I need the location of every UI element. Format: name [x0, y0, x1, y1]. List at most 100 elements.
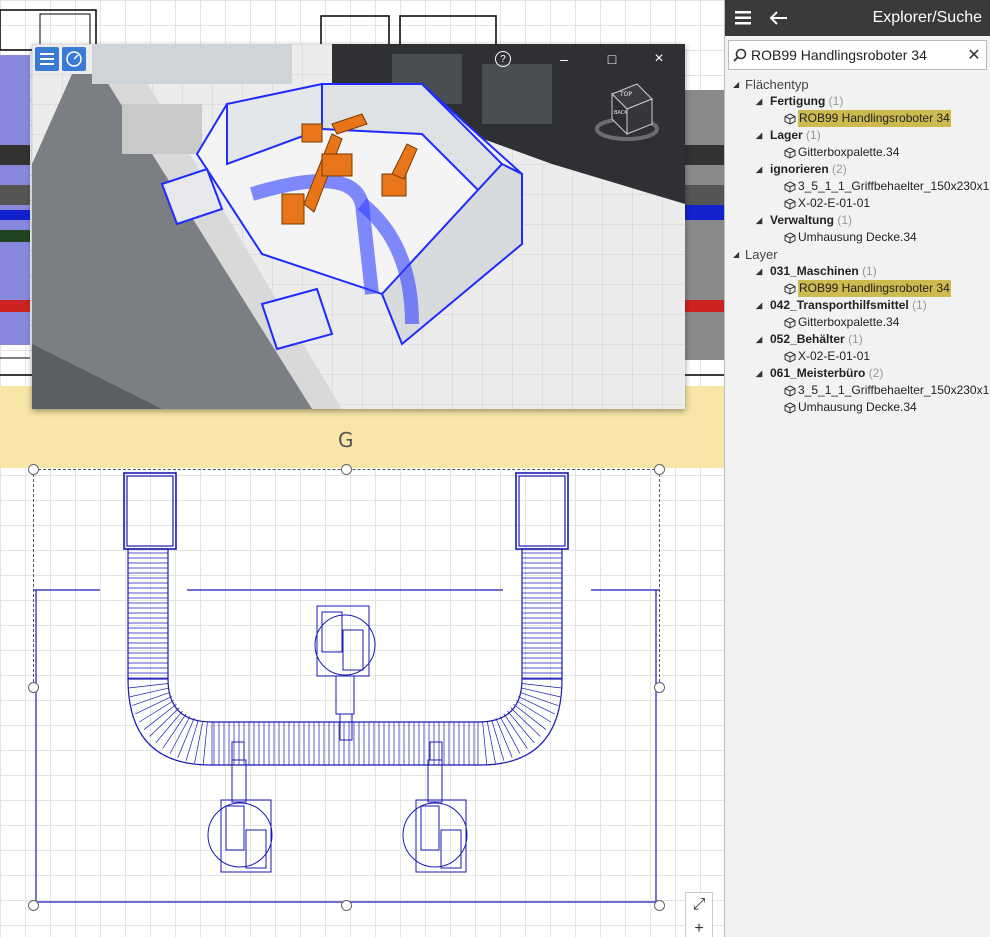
tree-group[interactable]: ◢ 052_Behälter (1)	[725, 331, 990, 348]
expand-arrow-icon[interactable]: ◢	[756, 93, 762, 110]
tree-item-label: X-02-E-01-01	[798, 349, 871, 363]
tree-item[interactable]: 3_5_1_1_Griffbehaelter_150x230x122	[725, 178, 990, 195]
tree-item-label: 3_5_1_1_Griffbehaelter_150x230x122	[798, 383, 990, 397]
tree-item[interactable]: Umhausung Decke.34	[725, 399, 990, 416]
selection-handle[interactable]	[28, 682, 39, 693]
tree-group-count: (1)	[848, 332, 863, 346]
selection-handle[interactable]	[341, 900, 352, 911]
object-box-icon	[784, 146, 798, 159]
tree-group[interactable]: ◢ Fertigung (1)	[725, 93, 990, 110]
menu-icon[interactable]	[35, 47, 59, 71]
tree-item-label: Gitterboxpalette.34	[798, 315, 900, 329]
conveyor-roller	[520, 687, 561, 698]
tree-group[interactable]: ◢ 031_Maschinen (1)	[725, 263, 990, 280]
back-arrow-icon[interactable]	[761, 0, 797, 36]
tree-item-label: Umhausung Decke.34	[798, 400, 917, 414]
navigation-cube[interactable]: TOP BACK	[592, 74, 662, 144]
expand-arrow-icon[interactable]: ◢	[756, 297, 762, 314]
panel-title: Explorer/Suche	[872, 9, 982, 26]
selection-handle[interactable]	[28, 900, 39, 911]
conveyor-roller	[202, 721, 208, 765]
clear-search-icon[interactable]: ✕	[962, 45, 986, 65]
object-box-icon	[784, 384, 798, 397]
robot-bottom-right	[402, 741, 468, 873]
selection-border-left	[33, 469, 34, 687]
object-box-icon	[784, 401, 798, 414]
expand-arrow-icon[interactable]: ◢	[756, 161, 762, 178]
tree-group[interactable]: ◢ Verwaltung (1)	[725, 212, 990, 229]
tree-item-label: Gitterboxpalette.34	[798, 145, 900, 159]
tree-item[interactable]: X-02-E-01-01	[725, 348, 990, 365]
minimize-button[interactable]: –	[552, 47, 576, 71]
help-button[interactable]: ?	[491, 47, 515, 71]
tree-group[interactable]: ◢ 042_Transporthilfsmittel (1)	[725, 297, 990, 314]
tree-item-label: ROB99 Handlingsroboter 34	[798, 280, 951, 297]
tree-group-label: ignorieren	[770, 162, 829, 176]
tree-group[interactable]: ◢ Lager (1)	[725, 127, 990, 144]
selection-border-right	[659, 469, 660, 687]
tree-group-count: (2)	[868, 366, 884, 380]
object-box-icon	[784, 282, 798, 295]
object-box-icon	[784, 350, 798, 363]
tree-item-label: Umhausung Decke.34	[798, 230, 917, 244]
robot-top	[314, 605, 376, 741]
tree-group-count: (1)	[862, 264, 877, 278]
tree-item[interactable]: X-02-E-01-01	[725, 195, 990, 212]
conveyor-roller	[128, 683, 169, 689]
object-box-icon	[784, 180, 798, 193]
hamburger-menu-icon[interactable]	[725, 0, 761, 36]
tree-group-label: Fertigung	[770, 94, 826, 108]
tree-group-count: (1)	[806, 128, 821, 142]
conveyor-roller	[521, 683, 562, 689]
tree-group-count: (1)	[912, 298, 927, 312]
expand-arrow-icon[interactable]: ◢	[756, 365, 762, 382]
floorplan-canvas[interactable]: G ⤢ + TOP BACK ? – □ ×	[0, 0, 724, 937]
tree-item-label: X-02-E-01-01	[798, 196, 871, 210]
expand-arrow-icon[interactable]: ◢	[756, 127, 762, 144]
robot-bottom-left	[207, 741, 273, 873]
tree-item[interactable]: Gitterboxpalette.34	[725, 144, 990, 161]
selection-handle[interactable]	[654, 464, 665, 475]
zoom-controls: ⤢ +	[685, 892, 713, 937]
tree-section-label: Layer	[745, 247, 778, 262]
speedometer-icon[interactable]	[62, 47, 86, 71]
close-button[interactable]: ×	[647, 47, 671, 71]
tree-item[interactable]: ROB99 Handlingsroboter 34	[725, 280, 990, 297]
tree-item[interactable]: ROB99 Handlingsroboter 34	[725, 110, 990, 127]
zoom-in-icon[interactable]: +	[686, 917, 712, 937]
tree-group[interactable]: ◢ ignorieren (2)	[725, 161, 990, 178]
expand-arrow-icon[interactable]: ◢	[733, 246, 739, 263]
tree-item[interactable]: 3_5_1_1_Griffbehaelter_150x230x122	[725, 382, 990, 399]
tree-group-count: (1)	[828, 94, 844, 108]
fit-to-screen-icon[interactable]: ⤢	[686, 893, 712, 917]
expand-arrow-icon[interactable]: ◢	[756, 212, 762, 229]
search-icon	[729, 48, 751, 62]
maximize-button[interactable]: □	[600, 47, 624, 71]
selection-handle[interactable]	[341, 464, 352, 475]
expand-arrow-icon[interactable]: ◢	[756, 331, 762, 348]
selection-handle[interactable]	[654, 900, 665, 911]
tree-section[interactable]: ◢ Layer	[725, 246, 990, 263]
expand-arrow-icon[interactable]: ◢	[733, 76, 739, 93]
conveyor-roller	[129, 687, 170, 698]
explorer-panel: Explorer/Suche ✕ ◢Flächentyp◢Fertigung (…	[724, 0, 990, 937]
search-box: ✕	[728, 40, 987, 70]
nav-cube-top-label: TOP	[619, 91, 632, 98]
tree-group-label: 052_Behälter	[770, 332, 845, 346]
3d-viewer-window[interactable]: TOP BACK ? – □ ×	[32, 44, 685, 409]
tree-section[interactable]: ◢ Flächentyp	[725, 76, 990, 93]
tree-group-label: 042_Transporthilfsmittel	[770, 298, 909, 312]
object-box-icon	[784, 231, 798, 244]
explorer-tree: ◢ Flächentyp ◢ Fertigung (1) ROB99 Handlings…	[725, 76, 990, 416]
selection-handle[interactable]	[654, 682, 665, 693]
object-box-icon	[784, 197, 798, 210]
tree-group-label: 031_Maschinen	[770, 264, 859, 278]
conveyor-roller	[482, 721, 488, 765]
search-input[interactable]	[751, 47, 962, 63]
tree-group[interactable]: ◢ 061_Meisterbüro (2)	[725, 365, 990, 382]
tree-item[interactable]: Gitterboxpalette.34	[725, 314, 990, 331]
expand-arrow-icon[interactable]: ◢	[756, 263, 762, 280]
3d-scene[interactable]	[32, 44, 685, 409]
selection-handle[interactable]	[28, 464, 39, 475]
tree-item[interactable]: Umhausung Decke.34	[725, 229, 990, 246]
